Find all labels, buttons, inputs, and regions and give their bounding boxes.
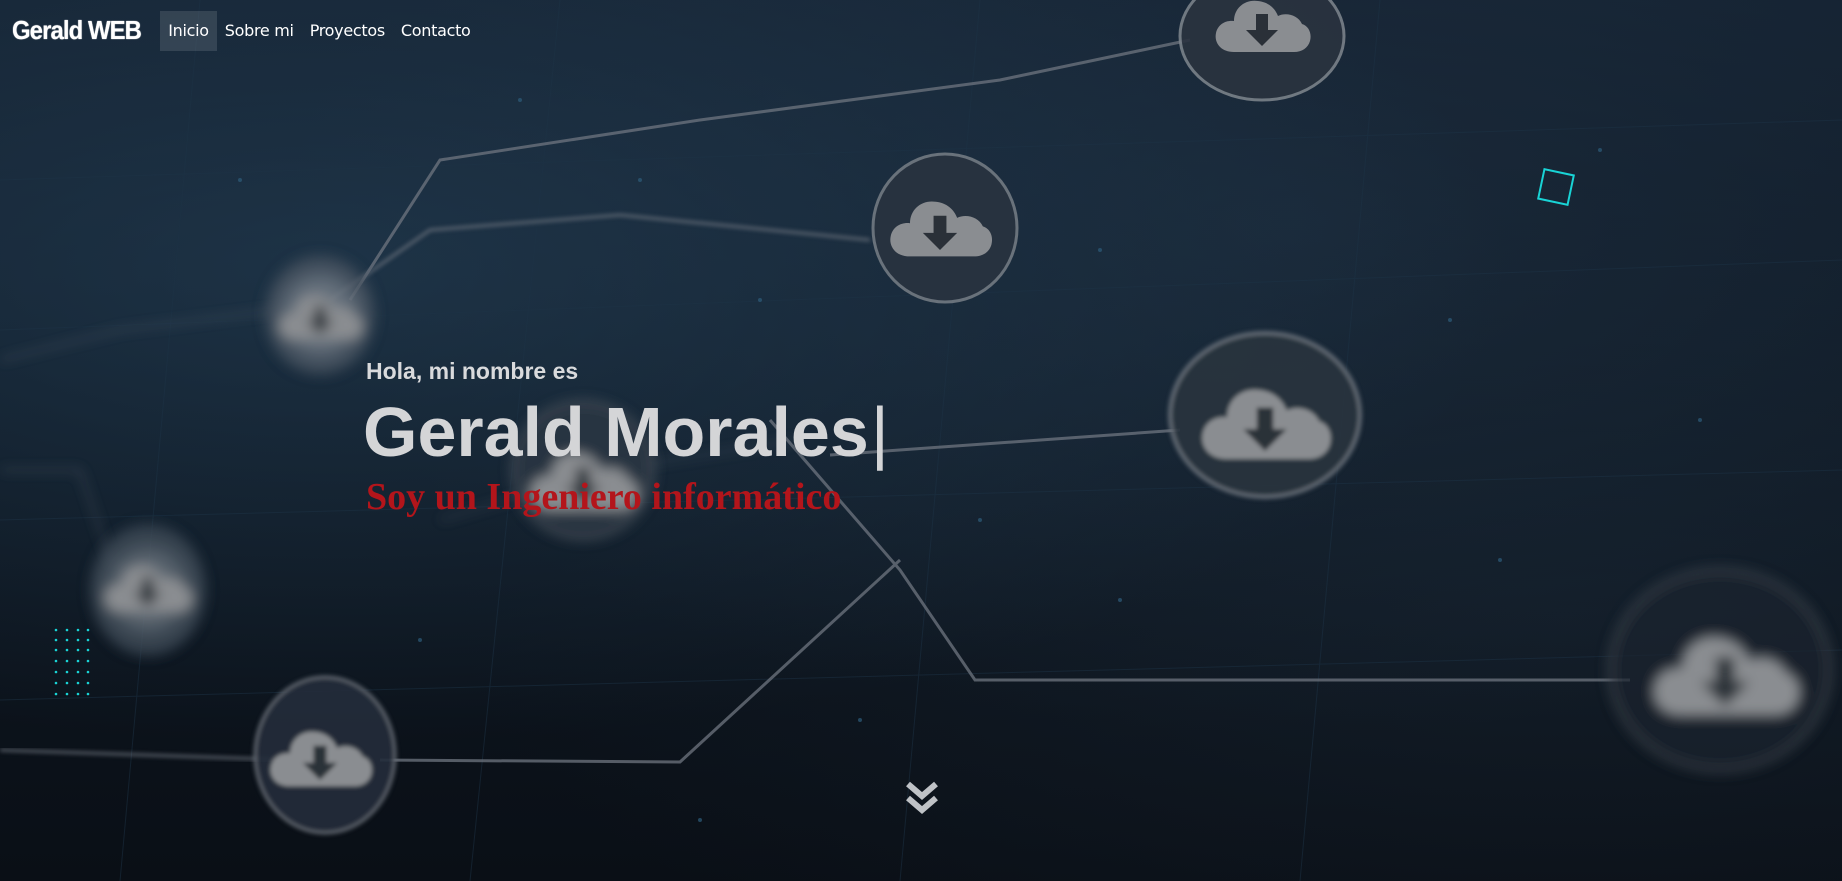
typing-cursor: | (870, 393, 889, 471)
cloud-download-icon (253, 675, 397, 835)
hero-role: Soy un Ingeniero informático (366, 476, 842, 518)
hero-section: Gerald WEB Inicio Sobre mi Proyectos Con… (0, 0, 1842, 881)
hero-name: Gerald Morales| (363, 392, 889, 472)
decorative-square (1537, 168, 1575, 206)
hero-greeting: Hola, mi nombre es (366, 358, 579, 384)
double-chevron-down-icon[interactable] (904, 780, 940, 824)
circuit-background (0, 0, 1842, 881)
nav-item-proyectos[interactable]: Proyectos (302, 11, 393, 51)
decorative-dot-grid (54, 628, 90, 696)
nav-item-contacto[interactable]: Contacto (393, 11, 479, 51)
cloud-download-icon (90, 524, 206, 656)
cloud-download-icon (1168, 331, 1362, 499)
cloud-download-icon (871, 152, 1019, 304)
cloud-download-icon (1608, 568, 1832, 772)
nav-item-inicio[interactable]: Inicio (160, 10, 217, 51)
top-navbar: Gerald WEB Inicio Sobre mi Proyectos Con… (0, 0, 1842, 61)
hero-name-text: Gerald Morales (363, 393, 869, 471)
nav-item-sobre-mi[interactable]: Sobre mi (217, 11, 302, 51)
brand-logo[interactable]: Gerald WEB (12, 15, 142, 46)
nav-menu: Inicio Sobre mi Proyectos Contacto (160, 10, 479, 51)
cloud-download-icon (265, 255, 375, 375)
